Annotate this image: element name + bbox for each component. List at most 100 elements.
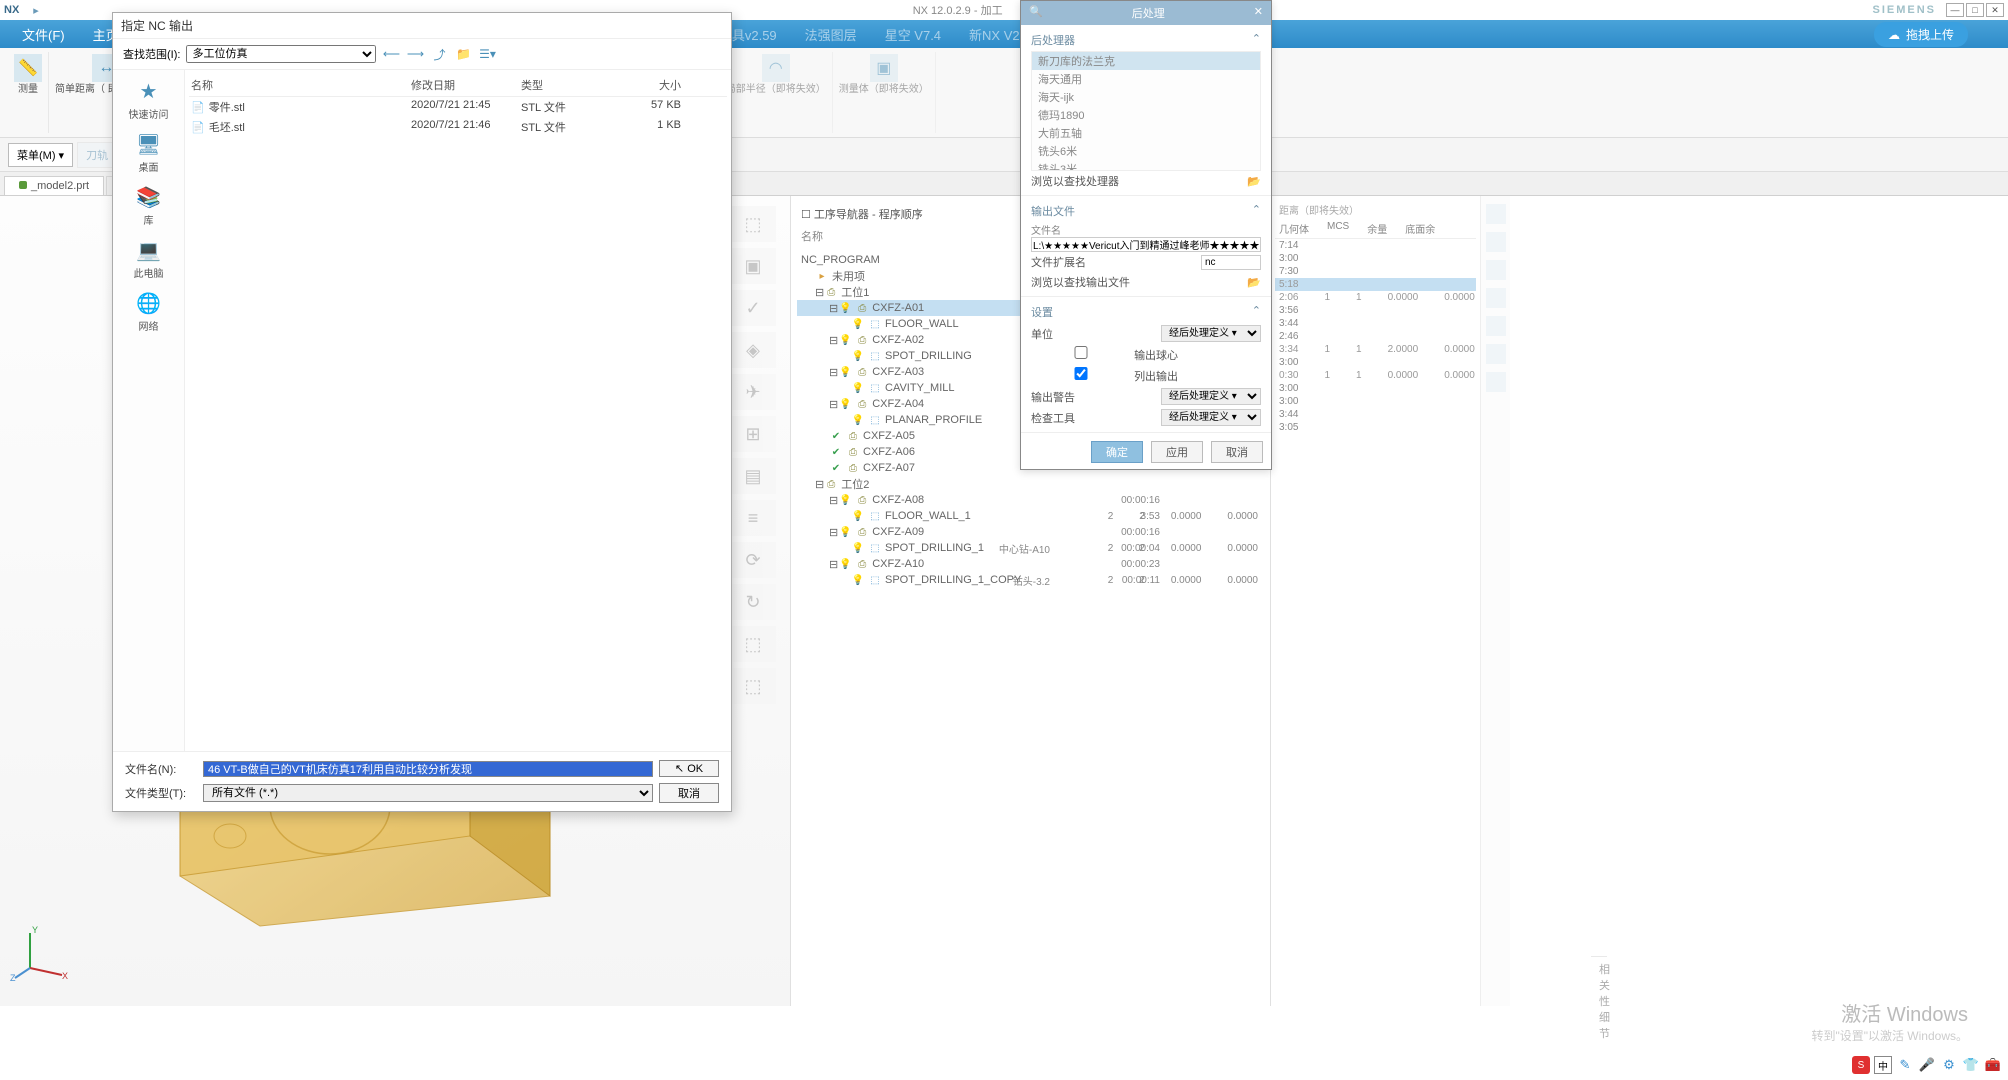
right-dock-icon[interactable] [1486,260,1506,280]
tree-op[interactable]: ⊟ 💡⎙CXFZ-A0900:00:16 [797,524,1264,540]
side-tool-icon[interactable]: ✈ [730,374,776,410]
fd-title[interactable]: 指定 NC 输出 [113,13,731,39]
place-desktop[interactable]: 🖥桌面 [134,131,164,174]
qa-icon[interactable]: ▸ [33,4,39,17]
place-pc[interactable]: 💻此电脑 [134,237,164,280]
pp-apply-button[interactable]: 应用 [1151,441,1203,463]
right-row[interactable]: 0:30110.00000.0000 [1275,369,1476,382]
pp-chk-select[interactable]: 经后处理定义 ▾ [1161,409,1261,426]
document-tab[interactable]: _model2.prt [4,176,104,195]
side-tool-icon[interactable]: ⟳ [730,542,776,578]
up-icon[interactable]: ⤴ [430,45,448,63]
pp-unit-select[interactable]: 经后处理定义 ▾ [1161,325,1261,342]
pp-post-item[interactable]: 海天通用 [1032,70,1260,88]
tree-op-child[interactable]: 💡⬚SPOT_DRILLING_1中心钻-A1000:00:04220.0000… [797,540,1264,556]
side-tool-icon[interactable]: ⬚ [730,206,776,242]
col-type[interactable]: 类型 [521,77,611,93]
side-tool-icon[interactable]: ≡ [730,500,776,536]
minimize-button[interactable]: — [1946,3,1964,17]
side-tool-icon[interactable]: ⊞ [730,416,776,452]
ribbon-item[interactable]: ▣测量体（即将失效） [833,52,936,133]
right-dock-icon[interactable] [1486,316,1506,336]
pp-ball-check[interactable]: 输出球心 [1031,346,1178,363]
pp-titlebar[interactable]: 🔍后处理✕ [1021,1,1271,25]
view-icon[interactable]: ☰▾ [478,45,496,63]
pp-listout-check[interactable]: 列出输出 [1031,367,1178,384]
pp-ext-input[interactable] [1201,255,1261,270]
side-tool-icon[interactable]: ⬚ [730,668,776,704]
folder-open-icon[interactable]: 📂 [1247,175,1261,188]
tray-icon[interactable]: 🧰 [1984,1056,2002,1074]
fd-header[interactable]: 名称 修改日期 类型 大小 [189,74,727,97]
col-size[interactable]: 大小 [611,77,681,93]
fd-file-list[interactable]: 名称 修改日期 类型 大小 📄零件.stl 2020/7/21 21:45 ST… [185,70,731,751]
right-row[interactable]: 5:18 [1275,278,1476,291]
tray-icon[interactable]: ⚙ [1940,1056,1958,1074]
pp-post-item[interactable]: 铣头6米 [1032,142,1260,160]
right-dock-icon[interactable] [1486,372,1506,392]
col-date[interactable]: 修改日期 [411,77,521,93]
pp-section-output[interactable]: 输出文件⌃ [1031,200,1261,222]
col-name[interactable]: 名称 [191,77,411,93]
ribbon-item[interactable]: ◠局部半径（即将失效） [720,52,833,133]
tray-icon[interactable]: 👕 [1962,1056,1980,1074]
tree-op-child[interactable]: 💡⬚SPOT_DRILLING_1_COPY钻头-3.200:00:11220.… [797,572,1264,588]
fd-lookin-select[interactable]: 多工位仿真 [186,45,376,63]
side-tool-icon[interactable]: ⬚ [730,626,776,662]
menu-tab[interactable]: 星空 V7.4 [871,21,955,48]
pp-section-settings[interactable]: 设置⌃ [1031,301,1261,323]
new-folder-icon[interactable]: 📁 [454,45,472,63]
ribbon-measure[interactable]: 📏 测量 [8,52,49,133]
side-tool-icon[interactable]: ▣ [730,248,776,284]
pp-filename-input[interactable] [1031,237,1261,252]
pp-post-item[interactable]: 大前五轴 [1032,124,1260,142]
right-dock-icon[interactable] [1486,288,1506,308]
pp-section-post[interactable]: 后处理器⌃ [1031,29,1261,51]
fd-file-row[interactable]: 📄毛坯.stl 2020/7/21 21:46 STL 文件 1 KB [189,117,727,137]
pp-warn-select[interactable]: 经后处理定义 ▾ [1161,388,1261,405]
ime-lang-icon[interactable]: 中 [1874,1056,1892,1074]
tree-op[interactable]: ⊟ 💡⎙CXFZ-A1000:00:23 [797,556,1264,572]
axis-triad[interactable]: Y X Z [10,923,70,986]
pp-post-item[interactable]: 新刀库的法兰克 [1032,52,1260,70]
tree-group[interactable]: ⊟ ⎙工位2 [797,476,1264,492]
menu-file[interactable]: 文件(F) [8,21,79,48]
back-icon[interactable]: ⟵ [382,45,400,63]
close-button[interactable]: ✕ [1986,3,2004,17]
side-tool-icon[interactable]: ▤ [730,458,776,494]
pp-post-item[interactable]: 德玛1890 [1032,106,1260,124]
forward-icon[interactable]: ⟶ [406,45,424,63]
fd-file-row[interactable]: 📄零件.stl 2020/7/21 21:45 STL 文件 57 KB [189,97,727,117]
menu-button[interactable]: 菜单(M) ▾ [8,143,73,167]
close-icon[interactable]: ✕ [1254,5,1263,21]
tree-op-child[interactable]: 💡⬚FLOOR_WALL_13:53220.00000.0000 [797,508,1264,524]
fd-filetype-select[interactable]: 所有文件 (*.*) [203,784,653,802]
place-quick[interactable]: ★快速访问 [129,78,169,121]
right-dock-icon[interactable] [1486,344,1506,364]
pp-post-list[interactable]: 新刀库的法兰克 海天通用 海天-ijk 德玛1890 大前五轴 铣头6米 铣头3… [1031,51,1261,171]
pp-ok-button[interactable]: 确定 [1091,441,1143,463]
tree-op[interactable]: ⊟ 💡⎙CXFZ-A0800:00:16 [797,492,1264,508]
right-dock-icon[interactable] [1486,204,1506,224]
right-row[interactable]: 3:34112.00000.0000 [1275,343,1476,356]
right-dock-icon[interactable] [1486,232,1506,252]
place-network[interactable]: 🌐网络 [134,290,164,333]
tray-icon[interactable]: 🎤 [1918,1056,1936,1074]
folder-open-icon[interactable]: 📂 [1247,276,1261,289]
maximize-button[interactable]: □ [1966,3,1984,17]
pp-post-item[interactable]: 铣头3米 [1032,160,1260,171]
upload-button[interactable]: ☁ 拖拽上传 [1874,22,1968,47]
pp-cancel-button[interactable]: 取消 [1211,441,1263,463]
fd-filename-input[interactable] [203,761,653,777]
place-library[interactable]: 📚库 [134,184,164,227]
side-tool-icon[interactable]: ✓ [730,290,776,326]
menu-tab[interactable]: 法强图层 [791,21,871,48]
side-tool-icon[interactable]: ↻ [730,584,776,620]
ime-icon[interactable]: S [1852,1056,1870,1074]
pp-post-item[interactable]: 海天-ijk [1032,88,1260,106]
fd-ok-button[interactable]: ↖ OK [659,760,719,777]
side-tool-icon[interactable]: ◈ [730,332,776,368]
right-row[interactable]: 2:06110.00000.0000 [1275,291,1476,304]
fd-cancel-button[interactable]: 取消 [659,783,719,803]
tray-icon[interactable]: ✎ [1896,1056,1914,1074]
